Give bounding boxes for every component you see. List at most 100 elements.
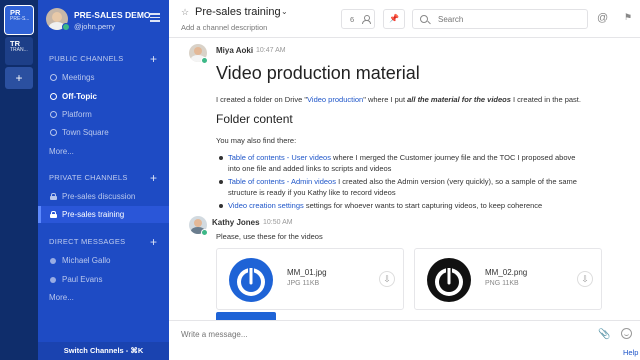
lock-icon (50, 193, 57, 200)
file-name[interactable]: MM_02.png (485, 268, 527, 277)
status-dot-icon (50, 258, 56, 264)
channel-sidebar: PRE-SALES DEMO @john.perry PUBLIC CHANNE… (38, 0, 169, 360)
post-subheading: Folder content (216, 112, 293, 126)
text-fragment: I created a folder on Drive " (216, 95, 308, 104)
sidebar-item-platform[interactable]: Platform (38, 106, 169, 123)
team-button-pre-sales[interactable]: PR PRE-S... (5, 6, 33, 34)
add-public-channel-icon[interactable]: + (150, 53, 157, 65)
online-status-icon (201, 229, 208, 236)
public-channels-header: PUBLIC CHANNELS (49, 54, 124, 63)
pin-icon[interactable]: 📌 (383, 9, 405, 29)
file-meta: PNG 11KB (485, 280, 519, 287)
admin-videos-toc-link[interactable]: Table of contents - Admin videos (228, 177, 336, 186)
sidebar-item-label: Michael Gallo (62, 256, 111, 265)
search-box[interactable] (412, 9, 588, 29)
member-icon (362, 15, 371, 24)
search-icon (420, 15, 428, 23)
add-team-button[interactable]: + (5, 67, 33, 89)
text-fragment: " where I put (363, 95, 408, 104)
private-channels-header: PRIVATE CHANNELS (49, 173, 128, 182)
text-fragment: I created also the Admin version (very q… (335, 177, 577, 186)
sidebar-item-pre-sales-discussion[interactable]: Pre-sales discussion (38, 188, 169, 205)
online-status-icon (201, 57, 208, 64)
attachment-icon[interactable]: 📎 (598, 329, 610, 340)
sidebar-item-label: Pre-sales discussion (62, 192, 136, 201)
file-attachment[interactable]: MM_01.jpg JPG 11KB ⇩ (216, 248, 404, 310)
star-icon[interactable]: ☆ (181, 7, 189, 18)
sidebar-item-label: Off-Topic (62, 92, 97, 101)
globe-icon (50, 111, 57, 118)
online-status-icon (62, 23, 70, 31)
globe-icon (50, 74, 57, 81)
chevron-down-icon[interactable]: ⌄ (281, 7, 288, 16)
mentions-icon[interactable]: @ (597, 12, 608, 24)
sidebar-item-label: Town Square (62, 128, 109, 137)
channel-description[interactable]: Add a channel description (181, 23, 267, 32)
message-input[interactable] (181, 327, 581, 341)
username: @john.perry (74, 22, 115, 31)
text-fragment: where I merged the Customer journey file… (330, 153, 576, 162)
team-sub: PRE-S... (10, 16, 30, 23)
help-link[interactable]: Help (623, 348, 638, 357)
list-item: Table of contents - User videos where I … (228, 152, 630, 174)
image-preview-strip (216, 312, 276, 320)
text-fragment: structure is ready if you Kathy like to … (228, 188, 396, 197)
emoji-icon[interactable] (621, 328, 632, 339)
sidebar-item-town-square[interactable]: Town Square (38, 124, 169, 141)
sidebar-item-label: Meetings (62, 73, 95, 82)
flag-icon[interactable]: ⚑ (624, 12, 632, 23)
download-icon[interactable]: ⇩ (577, 271, 593, 287)
mattermost-logo-blue (229, 258, 273, 302)
video-settings-link[interactable]: Video creation settings (228, 201, 304, 210)
post-intro: I created a folder on Drive "Video produ… (216, 95, 581, 105)
channel-header: ☆ Pre-sales training ⌄ Add a channel des… (169, 0, 640, 38)
search-input[interactable] (438, 13, 578, 26)
channel-name[interactable]: Pre-sales training (195, 6, 281, 18)
post-author[interactable]: Kathy Jones (212, 218, 260, 227)
globe-icon (50, 93, 57, 100)
sidebar-item-pre-sales-training[interactable]: Pre-sales training (38, 206, 169, 223)
post-time[interactable]: 10:47 AM (256, 47, 286, 54)
sidebar-item-label: Platform (62, 110, 92, 119)
sidebar-item-label: Pre-sales training (62, 210, 125, 219)
more-public-channels-link[interactable]: More... (49, 147, 74, 156)
sidebar-item-label: Paul Evans (62, 275, 103, 284)
file-meta: JPG 11KB (287, 280, 320, 287)
drive-folder-link[interactable]: Video production (307, 95, 363, 104)
status-dot-icon (50, 277, 56, 283)
more-direct-messages-link[interactable]: More... (49, 293, 74, 302)
member-count-button[interactable]: 6 (341, 9, 375, 29)
post-list: Miya Aoki 10:47 AM Video production mate… (169, 38, 640, 320)
list-item: Table of contents - Admin videos I creat… (228, 176, 630, 198)
team-button-training[interactable]: TR TRAN... (5, 37, 33, 65)
hamburger-menu-icon[interactable] (150, 13, 160, 24)
file-attachment[interactable]: MM_02.png PNG 11KB ⇩ (414, 248, 602, 310)
post-text: Please, use these for the videos (216, 232, 323, 241)
post-heading: Video production material (216, 63, 420, 83)
bullet-icon (219, 156, 223, 160)
bullet-icon (219, 180, 223, 184)
team-name: PRE-SALES DEMO (74, 10, 151, 20)
member-count: 6 (350, 15, 355, 24)
add-private-channel-icon[interactable]: + (150, 172, 157, 184)
file-name[interactable]: MM_01.jpg (287, 268, 327, 277)
lock-icon (50, 211, 57, 218)
post-time[interactable]: 10:50 AM (263, 219, 293, 226)
emphasis-text: all the material for the videos (407, 95, 511, 104)
direct-messages-header: DIRECT MESSAGES (49, 237, 126, 246)
post-text: You may also find there: (216, 136, 297, 145)
message-composer: 📎 Help (169, 320, 640, 360)
sidebar-item-paul-evans[interactable]: Paul Evans (38, 271, 169, 288)
download-icon[interactable]: ⇩ (379, 271, 395, 287)
switch-channels-button[interactable]: Switch Channels - ⌘K (38, 342, 169, 360)
sidebar-item-meetings[interactable]: Meetings (38, 69, 169, 86)
text-fragment: settings for whoever wants to start capt… (303, 201, 543, 210)
post-author[interactable]: Miya Aoki (216, 46, 253, 55)
globe-icon (50, 129, 57, 136)
add-direct-message-icon[interactable]: + (150, 236, 157, 248)
text-fragment: into one file and added links to scripts… (228, 164, 392, 173)
user-videos-toc-link[interactable]: Table of contents - User videos (228, 153, 331, 162)
sidebar-item-michael-gallo[interactable]: Michael Gallo (38, 252, 169, 269)
sidebar-item-off-topic[interactable]: Off-Topic (38, 88, 169, 105)
sidebar-header[interactable]: PRE-SALES DEMO @john.perry (38, 0, 169, 38)
